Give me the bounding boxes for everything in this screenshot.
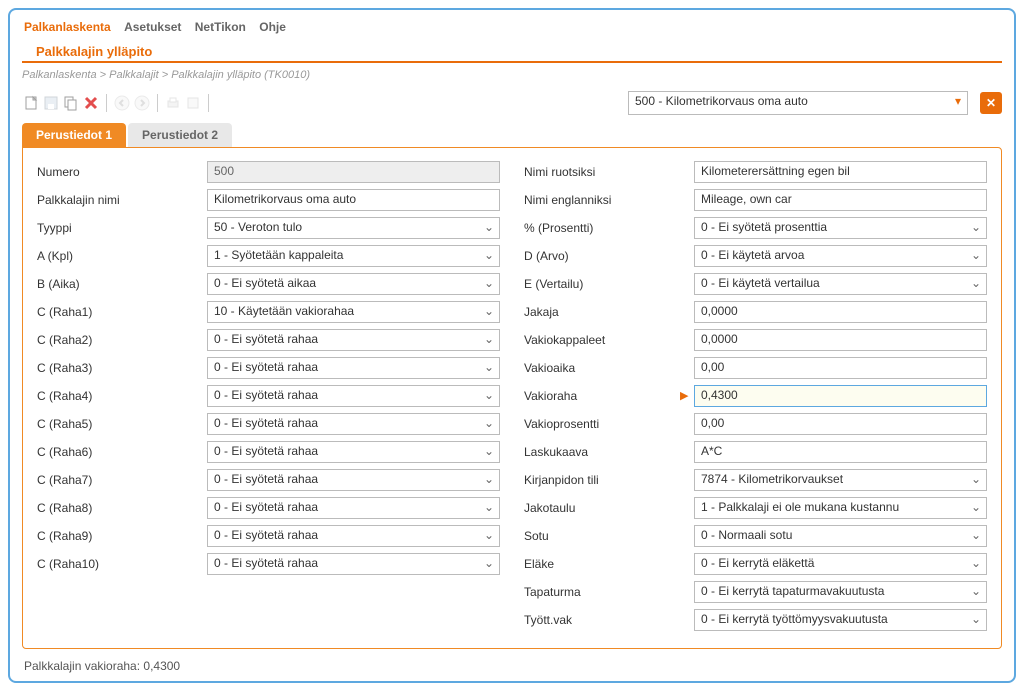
label-vakioraha: Vakioraha xyxy=(524,389,694,403)
save-icon[interactable] xyxy=(42,94,60,112)
label-jakotaulu: Jakotaulu xyxy=(524,501,694,515)
label-c2: C (Raha2) xyxy=(37,333,207,347)
menu-item-palkanlaskenta[interactable]: Palkanlaskenta xyxy=(24,20,111,34)
label-laskukaava: Laskukaava xyxy=(524,445,694,459)
input-nimi-en[interactable]: Mileage, own car xyxy=(694,189,987,211)
label-vakiokpl: Vakiokappaleet xyxy=(524,333,694,347)
select-c6[interactable]: 0 - Ei syötetä rahaa xyxy=(207,441,500,463)
select-jakotaulu[interactable]: 1 - Palkkalaji ei ole mukana kustannu xyxy=(694,497,987,519)
select-sotu[interactable]: 0 - Normaali sotu xyxy=(694,525,987,547)
tab-perustiedot-1[interactable]: Perustiedot 1 xyxy=(22,123,126,147)
label-prosentti: % (Prosentti) xyxy=(524,221,694,235)
label-b: B (Aika) xyxy=(37,277,207,291)
select-e[interactable]: 0 - Ei käytetä vertailua xyxy=(694,273,987,295)
input-vakioraha[interactable]: 0,4300 xyxy=(694,385,987,407)
label-d: D (Arvo) xyxy=(524,249,694,263)
menu-item-nettikon[interactable]: NetTikon xyxy=(195,20,246,34)
copy-icon[interactable] xyxy=(62,94,80,112)
menu-item-asetukset[interactable]: Asetukset xyxy=(124,20,181,34)
input-numero: 500 xyxy=(207,161,500,183)
label-c8: C (Raha8) xyxy=(37,501,207,515)
toolbar: 500 - Kilometrikorvaus oma auto ✕ xyxy=(10,87,1014,123)
active-field-marker-icon: ▶ xyxy=(680,389,688,402)
back-icon[interactable] xyxy=(113,94,131,112)
label-nimi-ru: Nimi ruotsiksi xyxy=(524,165,694,179)
tab-perustiedot-2[interactable]: Perustiedot 2 xyxy=(128,123,232,147)
label-c4: C (Raha4) xyxy=(37,389,207,403)
select-c4[interactable]: 0 - Ei syötetä rahaa xyxy=(207,385,500,407)
label-c9: C (Raha9) xyxy=(37,529,207,543)
app-window: Palkanlaskenta Asetukset NetTikon Ohje P… xyxy=(8,8,1016,683)
select-tyyppi[interactable]: 50 - Veroton tulo xyxy=(207,217,500,239)
select-elake[interactable]: 0 - Ei kerrytä eläkettä xyxy=(694,553,987,575)
forward-icon[interactable] xyxy=(133,94,151,112)
form-panel: Numero500 Palkkalajin nimiKilometrikorva… xyxy=(22,147,1002,649)
label-c3: C (Raha3) xyxy=(37,361,207,375)
tabs: Perustiedot 1 Perustiedot 2 xyxy=(22,123,1002,147)
label-tili: Kirjanpidon tili xyxy=(524,473,694,487)
label-c1: C (Raha1) xyxy=(37,305,207,319)
label-vakiopros: Vakioprosentti xyxy=(524,417,694,431)
select-c5[interactable]: 0 - Ei syötetä rahaa xyxy=(207,413,500,435)
label-sotu: Sotu xyxy=(524,529,694,543)
label-c7: C (Raha7) xyxy=(37,473,207,487)
print-icon[interactable] xyxy=(164,94,182,112)
toolbar-divider xyxy=(106,94,107,112)
select-d[interactable]: 0 - Ei käytetä arvoa xyxy=(694,245,987,267)
input-nimi-ru[interactable]: Kilometerersättning egen bil xyxy=(694,161,987,183)
page-title: Palkkalajin ylläpito xyxy=(22,40,1002,63)
input-vakioaika[interactable]: 0,00 xyxy=(694,357,987,379)
label-jakaja: Jakaja xyxy=(524,305,694,319)
label-c5: C (Raha5) xyxy=(37,417,207,431)
breadcrumb: Palkanlaskenta > Palkkalajit > Palkkalaj… xyxy=(10,65,1014,87)
input-vakiokpl[interactable]: 0,0000 xyxy=(694,329,987,351)
label-vakioaika: Vakioaika xyxy=(524,361,694,375)
input-vakiopros[interactable]: 0,00 xyxy=(694,413,987,435)
menu-bar: Palkanlaskenta Asetukset NetTikon Ohje xyxy=(10,10,1014,40)
label-nimi-en: Nimi englanniksi xyxy=(524,193,694,207)
label-numero: Numero xyxy=(37,165,207,179)
input-laskukaava[interactable]: A*C xyxy=(694,441,987,463)
label-c6: C (Raha6) xyxy=(37,445,207,459)
label-nimi: Palkkalajin nimi xyxy=(37,193,207,207)
select-b[interactable]: 0 - Ei syötetä aikaa xyxy=(207,273,500,295)
close-icon[interactable]: ✕ xyxy=(980,92,1002,114)
select-tili[interactable]: 7874 - Kilometrikorvaukset xyxy=(694,469,987,491)
label-elake: Eläke xyxy=(524,557,694,571)
label-e: E (Vertailu) xyxy=(524,277,694,291)
left-column: Numero500 Palkkalajin nimiKilometrikorva… xyxy=(37,160,500,636)
select-a[interactable]: 1 - Syötetään kappaleita xyxy=(207,245,500,267)
select-c7[interactable]: 0 - Ei syötetä rahaa xyxy=(207,469,500,491)
label-a: A (Kpl) xyxy=(37,249,207,263)
toolbar-divider xyxy=(208,94,209,112)
record-selector[interactable]: 500 - Kilometrikorvaus oma auto xyxy=(628,91,968,115)
right-column: Nimi ruotsiksiKilometerersättning egen b… xyxy=(524,160,987,636)
label-tyyppi: Tyyppi xyxy=(37,221,207,235)
menu-item-ohje[interactable]: Ohje xyxy=(259,20,286,34)
status-bar: Palkkalajin vakioraha: 0,4300 xyxy=(10,655,1014,681)
new-icon[interactable] xyxy=(22,94,40,112)
label-tapaturma: Tapaturma xyxy=(524,585,694,599)
input-jakaja[interactable]: 0,0000 xyxy=(694,301,987,323)
label-tyottvak: Tyött.vak xyxy=(524,613,694,627)
select-c10[interactable]: 0 - Ei syötetä rahaa xyxy=(207,553,500,575)
select-tyottvak[interactable]: 0 - Ei kerrytä työttömyysvakuutusta xyxy=(694,609,987,631)
select-c2[interactable]: 0 - Ei syötetä rahaa xyxy=(207,329,500,351)
toolbar-divider xyxy=(157,94,158,112)
export-icon[interactable] xyxy=(184,94,202,112)
input-nimi[interactable]: Kilometrikorvaus oma auto xyxy=(207,189,500,211)
select-prosentti[interactable]: 0 - Ei syötetä prosenttia xyxy=(694,217,987,239)
select-c1[interactable]: 10 - Käytetään vakiorahaa xyxy=(207,301,500,323)
select-c8[interactable]: 0 - Ei syötetä rahaa xyxy=(207,497,500,519)
label-c10: C (Raha10) xyxy=(37,557,207,571)
delete-icon[interactable] xyxy=(82,94,100,112)
select-c9[interactable]: 0 - Ei syötetä rahaa xyxy=(207,525,500,547)
select-c3[interactable]: 0 - Ei syötetä rahaa xyxy=(207,357,500,379)
select-tapaturma[interactable]: 0 - Ei kerrytä tapaturmavakuutusta xyxy=(694,581,987,603)
